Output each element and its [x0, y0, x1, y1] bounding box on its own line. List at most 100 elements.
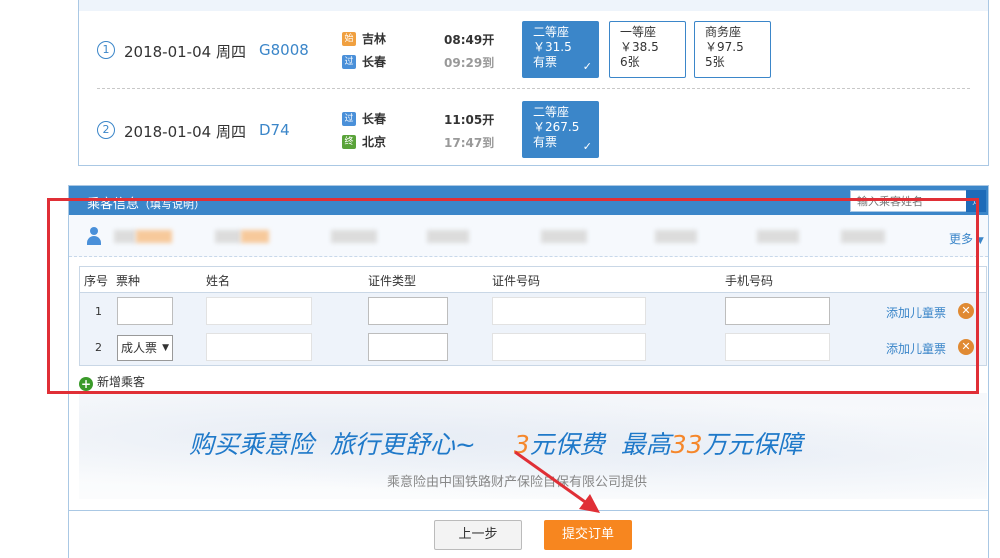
contact-name-blurred[interactable]: [427, 230, 469, 243]
add-child-ticket-link[interactable]: 添加儿童票: [886, 340, 946, 357]
passenger-panel: 乘客信息（填写说明） ⌕ 更多 ▼ 序号 票种 姓名 证件类型 证件号码 手机号…: [68, 185, 989, 511]
seat-class: 二等座: [533, 25, 570, 39]
phone-input[interactable]: [725, 297, 830, 325]
seat-availability: 5张: [705, 55, 725, 69]
id-number-input[interactable]: [492, 297, 646, 325]
headline-part: 万元保障: [702, 430, 803, 459]
seat-price: ￥97.5: [705, 40, 744, 54]
pass-station-icon: 过: [342, 112, 356, 126]
id-number-input[interactable]: [492, 333, 646, 361]
submit-order-button[interactable]: 提交订单: [544, 520, 632, 550]
trip-row: 2 2018-01-04 周四 D74 过长春 终北京 11:05开 17:47…: [79, 96, 988, 166]
contact-name-blurred[interactable]: [541, 230, 587, 243]
contact-name-blurred[interactable]: [215, 230, 241, 243]
column-header: 票种: [116, 274, 141, 288]
seat-option-business-class[interactable]: 商务座 ￥97.5 5张: [694, 21, 771, 78]
checkmark-icon: ✓: [582, 60, 592, 73]
table-row: 2 成人票 ▼ 添加儿童票 ✕: [80, 329, 986, 365]
passenger-title: 乘客信息（填写说明）: [87, 193, 205, 212]
name-input[interactable]: [206, 297, 312, 325]
trip-divider: [97, 88, 970, 89]
passenger-table: 序号 票种 姓名 证件类型 证件号码 手机号码 1 添加儿童票 ✕ 2 成人票: [79, 266, 987, 366]
column-header: 证件号码: [492, 274, 541, 288]
add-passenger-label: 新增乘客: [97, 375, 146, 389]
station-name: 长春: [362, 112, 387, 126]
ticket-type-value: 成人票: [121, 341, 158, 355]
headline-number: 33: [670, 430, 703, 459]
table-body: 1 添加儿童票 ✕ 2 成人票 ▼ 添加儿童票 ✕: [80, 293, 986, 365]
headline-number: 3: [513, 430, 530, 459]
frame-border: [988, 511, 989, 558]
insurance-banner[interactable]: 购买乘意险 旅行更舒心~ 3元保费 最高33万元保障 乘意险由中国铁路财产保险自保…: [79, 393, 987, 499]
ticket-type-select[interactable]: 成人票 ▼: [117, 335, 173, 361]
trip-sequence-badge: 2: [97, 121, 115, 139]
contact-name-blurred[interactable]: [114, 230, 136, 243]
remove-passenger-icon[interactable]: ✕: [958, 303, 974, 319]
seat-class: 二等座: [533, 105, 570, 119]
caret-down-icon: ▼: [162, 343, 169, 353]
train-number-link[interactable]: G8008: [259, 41, 309, 59]
insurance-headline: 购买乘意险 旅行更舒心~ 3元保费 最高33万元保障: [189, 425, 803, 461]
seat-class: 商务座: [705, 25, 742, 39]
ticket-type-select[interactable]: [117, 297, 173, 325]
contact-name-blurred[interactable]: [136, 230, 172, 243]
trip-row: 1 2018-01-04 周四 G8008 始吉林 过长春 08:49开 09:…: [79, 16, 988, 86]
trip-list-top: [79, 0, 988, 11]
headline-part: 元保费: [529, 430, 605, 459]
pass-station-icon: 过: [342, 55, 356, 69]
previous-step-button[interactable]: 上一步: [434, 520, 522, 550]
checkmark-icon: ✓: [582, 140, 592, 153]
passenger-header: 乘客信息（填写说明） ⌕: [69, 186, 988, 215]
train-number-link[interactable]: D74: [259, 121, 290, 139]
departure-station: 过长春: [342, 111, 386, 127]
frame-border: [68, 511, 69, 558]
headline-part: 最高: [620, 430, 671, 459]
remove-passenger-icon[interactable]: ✕: [958, 339, 974, 355]
seat-price: ￥267.5: [533, 120, 580, 134]
column-header: 序号: [84, 274, 109, 288]
person-icon: [87, 227, 101, 245]
id-type-select[interactable]: [368, 297, 448, 325]
contact-name-blurred[interactable]: [841, 230, 885, 243]
add-passenger-button[interactable]: + 新增乘客: [79, 373, 145, 391]
passenger-title-text: 乘客信息: [87, 197, 140, 212]
search-icon[interactable]: ⌕: [966, 190, 986, 212]
column-header: 手机号码: [725, 274, 774, 288]
trip-date: 2018-01-04 周四: [124, 43, 246, 61]
contact-name-blurred[interactable]: [241, 230, 269, 243]
seat-option-first-class[interactable]: 一等座 ￥38.5 6张: [609, 21, 686, 78]
start-station-icon: 始: [342, 32, 356, 46]
name-input[interactable]: [206, 333, 312, 361]
station-name: 北京: [362, 135, 387, 149]
id-type-select[interactable]: [368, 333, 448, 361]
headline-part: 旅行更舒心~: [329, 430, 476, 459]
station-name: 吉林: [362, 32, 387, 46]
fill-instructions-link[interactable]: （填写说明）: [139, 198, 205, 211]
insurance-provider: 乘意险由中国铁路财产保险自保有限公司提供: [387, 475, 648, 490]
caret-down-icon: ▼: [976, 236, 984, 246]
seat-option-second-class[interactable]: 二等座 ￥31.5 有票 ✓: [522, 21, 599, 78]
contact-name-blurred[interactable]: [331, 230, 377, 243]
arrival-time: 17:47到: [444, 136, 495, 150]
passenger-search-input[interactable]: [850, 190, 968, 212]
trip-sequence-badge: 1: [97, 41, 115, 59]
station-name: 长春: [362, 55, 387, 69]
headline-part: 购买乘意险: [189, 430, 315, 459]
departure-time: 11:05开: [444, 113, 495, 127]
trip-date: 2018-01-04 周四: [124, 123, 246, 141]
arrival-station: 终北京: [342, 134, 386, 150]
contact-name-blurred[interactable]: [655, 230, 697, 243]
arrival-time: 09:29到: [444, 56, 495, 70]
seat-option-second-class[interactable]: 二等座 ￥267.5 有票 ✓: [522, 101, 599, 158]
arrival-station: 过长春: [342, 54, 386, 70]
end-station-icon: 终: [342, 135, 356, 149]
contact-name-blurred[interactable]: [757, 230, 799, 243]
frequent-passengers-row: 更多 ▼: [69, 215, 988, 257]
phone-input[interactable]: [725, 333, 830, 361]
plus-icon: +: [79, 377, 93, 391]
more-passengers-link[interactable]: 更多 ▼: [949, 230, 984, 247]
add-child-ticket-link[interactable]: 添加儿童票: [886, 304, 946, 321]
table-header: 序号 票种 姓名 证件类型 证件号码 手机号码: [80, 267, 986, 293]
seat-price: ￥31.5: [533, 40, 572, 54]
row-number: 1: [95, 305, 102, 318]
